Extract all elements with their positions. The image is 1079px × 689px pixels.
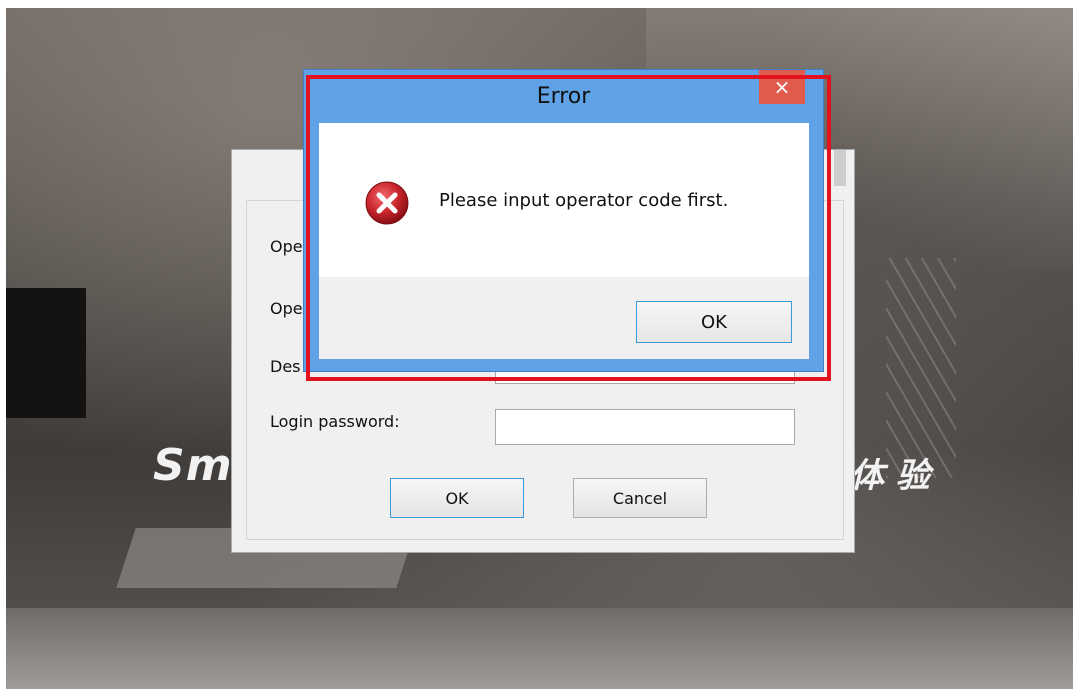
error-dialog-body: Please input operator code first. OK <box>319 123 809 359</box>
error-icon <box>363 179 411 227</box>
operator-name-label: Ope <box>270 299 303 318</box>
login-cancel-button[interactable]: Cancel <box>573 478 707 518</box>
login-password-label: Login password: <box>270 412 400 431</box>
dialog-scrollbar[interactable] <box>834 150 846 186</box>
error-dialog-title: Error <box>536 84 591 109</box>
login-ok-button[interactable]: OK <box>390 478 524 518</box>
background-floor <box>6 608 1073 689</box>
operator-code-label: Ope <box>270 237 303 256</box>
slogan-text-left: Sm <box>153 440 233 491</box>
close-button[interactable]: × <box>759 70 805 104</box>
background-shelf <box>886 258 956 478</box>
login-password-input[interactable] <box>495 409 795 445</box>
background-tv <box>6 288 86 418</box>
error-ok-button[interactable]: OK <box>636 301 792 343</box>
close-icon: × <box>773 75 791 99</box>
slogan-text-right: 体 验 <box>850 456 930 496</box>
error-message: Please input operator code first. <box>439 190 729 211</box>
error-dialog: Error × Please input operator code first… <box>303 69 824 372</box>
description-label: Des <box>270 357 301 376</box>
